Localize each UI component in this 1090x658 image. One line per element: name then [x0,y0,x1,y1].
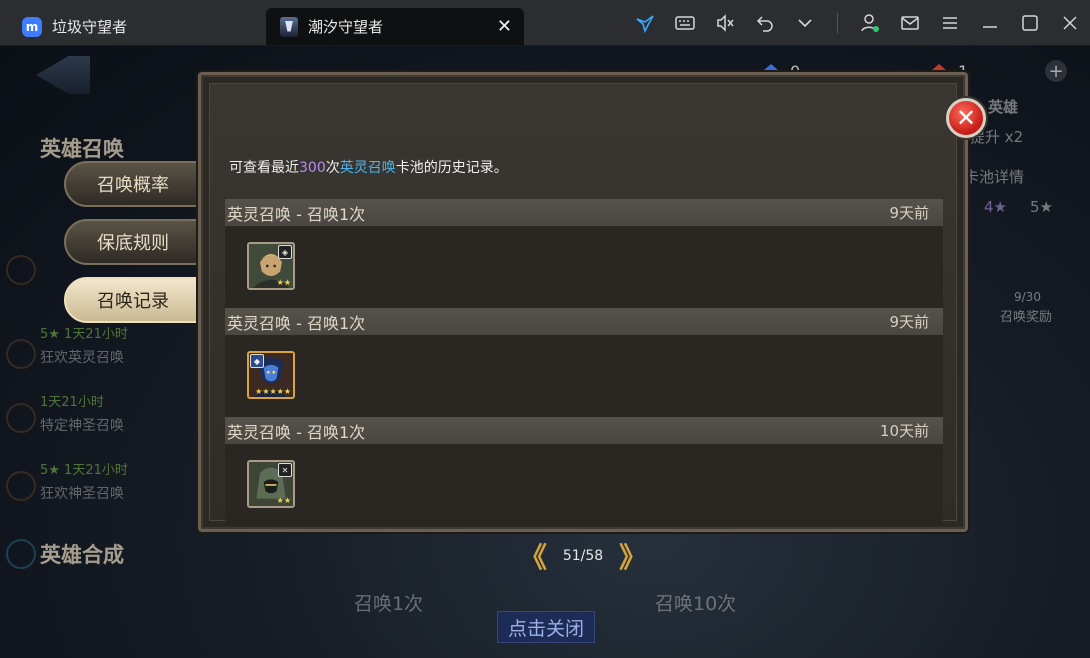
hero-label: 英雄 [988,98,1019,116]
summon-banner-icon [6,339,36,369]
faction-diamond-icon: ◆ [250,354,264,368]
emulator-titlebar: m 垃圾守望者 潮汐守望者 ✕ [0,0,1090,46]
info-prefix: 可查看最近 [229,160,299,176]
app-logo-icon: m [22,16,42,37]
tab-guarantee-rules[interactable]: 保底规则 [64,219,202,265]
tab-summon-rate[interactable]: 召唤概率 [64,161,202,207]
menu-icon[interactable] [930,0,970,45]
page-indicator: 51/58 [562,548,604,564]
star4-tag: 4★ [984,198,1007,216]
toolbar-icons [625,0,1090,45]
game-logo-icon [280,16,298,37]
record-title: 英灵召唤 - 召唤1次 [227,204,366,224]
banner-timer: 1天21小时 [40,395,104,410]
record-time: 9天前 [889,204,929,222]
close-icon[interactable] [1050,0,1090,45]
summon-banner-icon [6,255,36,285]
tab-summon-history[interactable]: 召唤记录 [64,277,202,323]
hero-stars: ★★ [276,496,291,505]
bird-icon[interactable] [625,0,665,45]
faction-shield-icon: ◈ [278,245,292,259]
banner-name[interactable]: 狂欢英灵召唤 [40,347,124,367]
tab-tide-watcher[interactable]: 潮汐守望者 ✕ [266,8,524,45]
maximize-icon[interactable] [1010,0,1050,45]
history-info-text: 可查看最近300次英灵召唤卡池的历史记录。 [229,157,508,177]
record-header: 英灵召唤 - 召唤1次 9天前 [225,308,943,335]
tab-trash-watcher[interactable]: m 垃圾守望者 [8,8,264,45]
toolbar-divider [837,12,838,33]
synthesis-icon [6,539,36,569]
summon-reward-label[interactable]: 召唤奖励 [1000,306,1052,325]
mute-icon[interactable] [705,0,745,45]
record-body: ✕ ★★ [225,444,943,526]
info-count: 300 [299,160,326,176]
summon-banner-icon [6,403,36,433]
dialog-close-button[interactable]: ✕ [946,98,986,138]
record-body: ◈ ★★ [225,226,943,308]
summon-banner-icon [6,471,36,501]
summon-side-menu: 英雄召唤 召唤概率 保底规则 召唤记录 5★ 1天21小时 狂欢英灵召唤 1天2… [0,111,202,581]
record-title: 英灵召唤 - 召唤1次 [227,313,366,333]
hero-card[interactable]: ✕ ★★ [247,460,295,508]
minimize-icon[interactable] [970,0,1010,45]
record-time: 9天前 [889,313,929,331]
back-arrow-icon[interactable] [36,56,90,94]
record-header: 英灵召唤 - 召唤1次 10天前 [225,417,943,444]
star5-tag: 5★ [1030,198,1053,216]
tab-label: 潮汐守望者 [308,18,384,36]
banner-timer: 5★ 1天21小时 [40,327,128,342]
tap-to-close-button[interactable]: 点击关闭 [497,611,595,643]
pool-detail-link[interactable]: 卡池详情 [964,166,1024,187]
mail-icon[interactable] [890,0,930,45]
summon-1-button[interactable]: 召唤1次 [354,589,423,616]
faction-swords-icon: ✕ [278,463,292,477]
add-currency-button[interactable]: + [1045,60,1067,82]
hero-stars: ★★★★★ [255,387,291,396]
history-pager: 《 51/58 》 [513,536,653,576]
hero-card[interactable]: ◆ ★★★★★ [247,351,295,399]
hero-summon-title: 英雄召唤 [40,137,124,161]
info-pool-name: 英灵召唤 [339,160,396,176]
record-header: 英灵召唤 - 召唤1次 9天前 [225,199,943,226]
tab-label: 垃圾守望者 [52,18,128,36]
chevron-down-icon[interactable] [785,0,825,45]
account-icon[interactable] [850,0,890,45]
reward-progress: 9/30 [1014,290,1041,304]
hero-card[interactable]: ◈ ★★ [247,242,295,290]
prev-page-button[interactable]: 《 [513,536,553,576]
record-body: ◆ ★★★★★ [225,335,943,417]
banner-name[interactable]: 特定神圣召唤 [40,415,124,435]
record-title: 英灵召唤 - 召唤1次 [227,422,366,442]
next-page-button[interactable]: 》 [613,536,653,576]
summon-10-button[interactable]: 召唤10次 [655,589,736,616]
record-time: 10天前 [879,422,929,440]
keyboard-icon[interactable] [665,0,705,45]
hero-stars: ★★ [276,278,291,287]
info-mid: 次 [325,160,340,176]
undo-icon[interactable] [745,0,785,45]
info-suffix: 卡池的历史记录。 [395,160,508,176]
banner-timer: 5★ 1天21小时 [40,463,128,478]
banner-name[interactable]: 狂欢神圣召唤 [40,483,124,503]
tab-close-icon[interactable]: ✕ [497,16,512,37]
hero-synthesis-title[interactable]: 英雄合成 [40,539,124,569]
